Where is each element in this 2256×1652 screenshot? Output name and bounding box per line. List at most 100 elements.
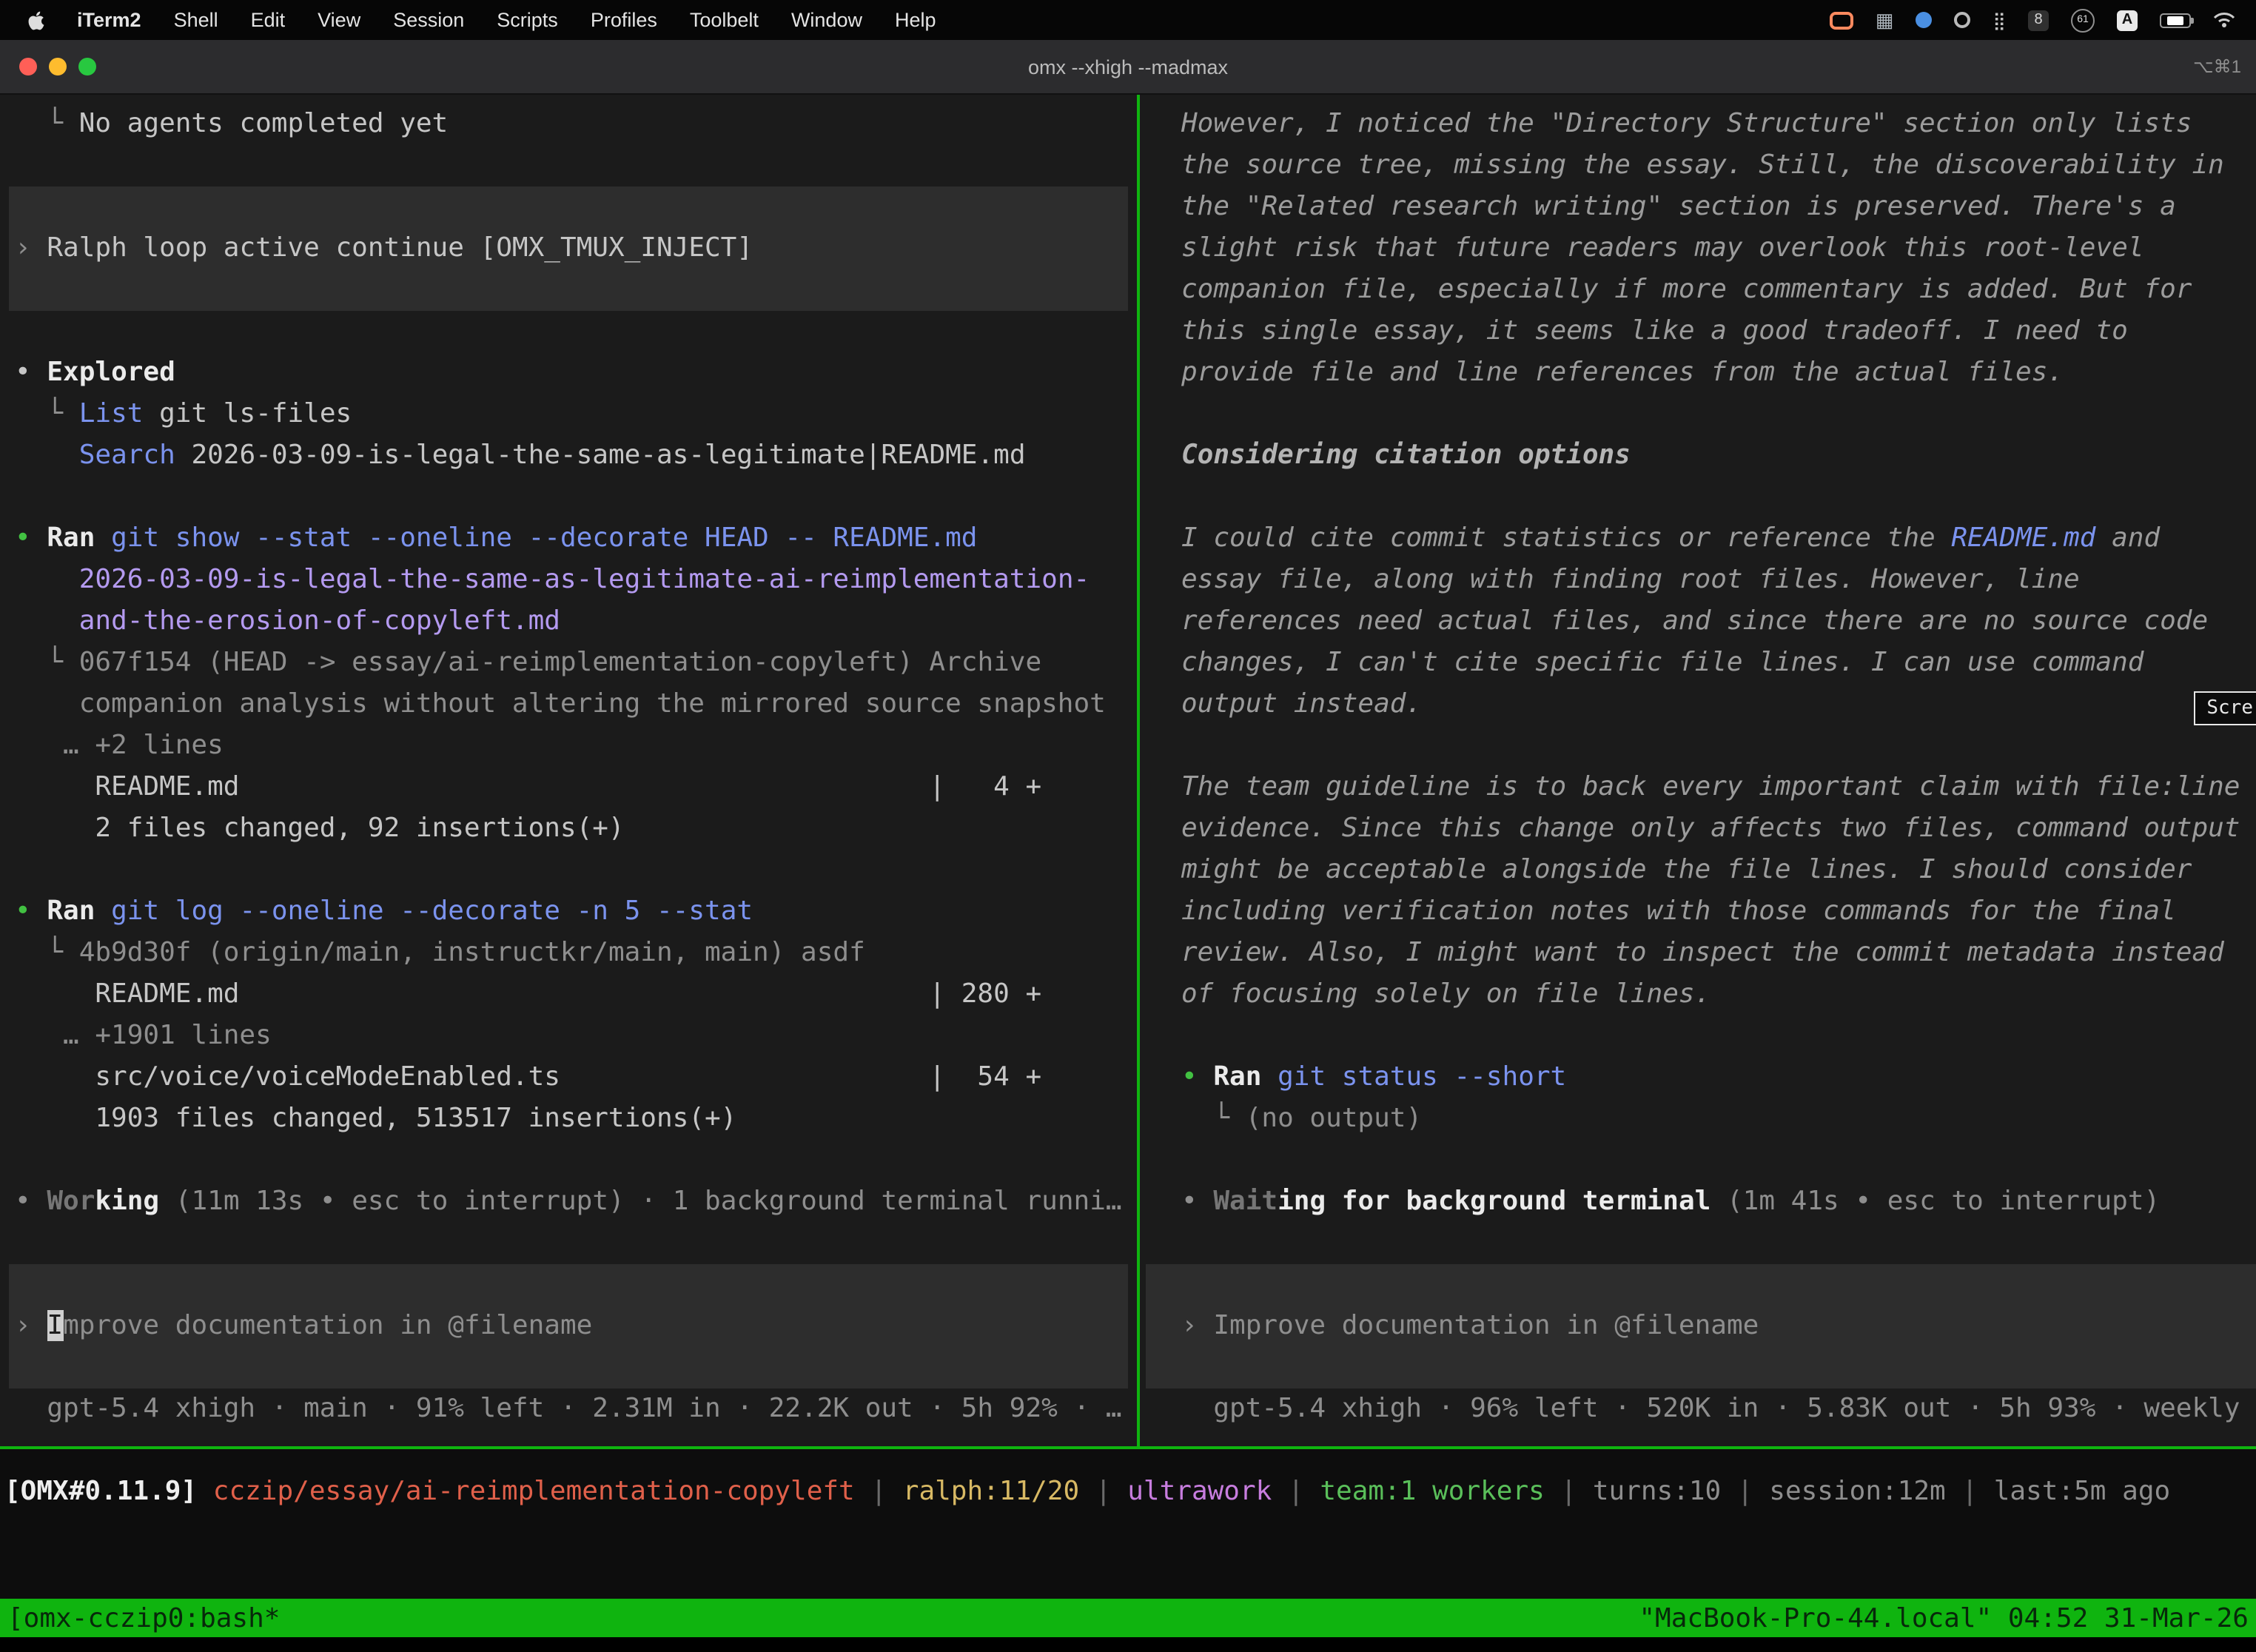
- menu-item-iterm2[interactable]: iTerm2: [61, 9, 158, 31]
- text-segment: |: [1079, 1476, 1127, 1507]
- text-segment: [1261, 1061, 1278, 1092]
- wifi-glyph: [2213, 12, 2235, 28]
- menu-item-help[interactable]: Help: [879, 9, 953, 31]
- box-line: › Ralph loop active continue [OMX_TMUX_I…: [15, 228, 753, 269]
- screen-recording-icon[interactable]: [1830, 11, 1853, 29]
- text-segment: •: [15, 357, 47, 388]
- terminal-line: └ No agents completed yet: [15, 104, 1137, 145]
- text-segment: However, I noticed the "Directory Struct…: [1181, 108, 2192, 139]
- text-segment: references need actual files, and since …: [1181, 605, 2208, 637]
- text-segment: The team guideline is to back every impo…: [1181, 771, 2240, 802]
- menu-item-scripts[interactable]: Scripts: [480, 9, 574, 31]
- text-segment: |: [1545, 1476, 1593, 1507]
- blank-line: [1181, 394, 2256, 435]
- terminal-line: the "Related research writing" section i…: [1181, 187, 2256, 228]
- minimize-window-button[interactable]: [49, 58, 67, 75]
- terminal-line: README.md | 4 +: [15, 767, 1137, 808]
- text-segment: team:1 workers: [1320, 1476, 1544, 1507]
- text-segment: src/voice/voiceModeEnabled.ts | 54 +: [15, 1061, 1041, 1092]
- terminal-line: └ (no output): [1181, 1098, 2256, 1140]
- text-segment: README.md: [1951, 523, 2095, 554]
- close-window-button[interactable]: [19, 58, 37, 75]
- battery-gauge-icon[interactable]: 61: [2071, 8, 2095, 32]
- zoom-window-button[interactable]: [78, 58, 96, 75]
- text-segment: Ran: [1213, 1061, 1261, 1092]
- text-segment: 067f154 (HEAD -> essay/ai-reimplementati…: [79, 647, 1041, 678]
- text-segment: Ran: [47, 523, 95, 554]
- apple-menu[interactable]: [15, 10, 61, 30]
- blank-line: [1181, 1140, 2256, 1181]
- ring-app-icon[interactable]: [1954, 12, 1970, 28]
- text-segment: Search: [79, 440, 175, 471]
- text-segment: 2026-03-09-is-legal-the-same-as-legitima…: [79, 564, 1090, 595]
- text-segment: [15, 440, 79, 471]
- terminal-line: README.md | 280 +: [15, 974, 1137, 1015]
- text-segment: changes, I can't cite specific file line…: [1181, 647, 2143, 678]
- text-segment: git status --short: [1278, 1061, 1566, 1092]
- window-grid-icon[interactable]: ▦: [1876, 8, 1894, 32]
- pane-divider-vertical[interactable]: [1137, 95, 1140, 1449]
- menu-item-window[interactable]: Window: [775, 9, 879, 31]
- text-segment: Considering citation options: [1181, 440, 1631, 471]
- terminal-line: 2 files changed, 92 insertions(+): [15, 808, 1137, 850]
- terminal-line: 2026-03-09-is-legal-the-same-as-legitima…: [15, 560, 1137, 601]
- screen-bottom-strip: [0, 1637, 2256, 1652]
- blank-line: [15, 477, 1137, 518]
- terminal-line: However, I noticed the "Directory Struct…: [1181, 104, 2256, 145]
- screen-overlay-button[interactable]: Scre: [2193, 691, 2256, 725]
- terminal-line: slight risk that future readers may over…: [1181, 228, 2256, 269]
- text-segment: including verification notes with those …: [1181, 896, 2176, 927]
- text-segment: evidence. Since this change only affects…: [1181, 813, 2240, 844]
- text-segment: git show --stat --oneline --decorate HEA…: [111, 523, 977, 554]
- text-segment: [15, 605, 79, 637]
- terminal-line: companion analysis without altering the …: [15, 684, 1137, 725]
- menu-item-shell[interactable]: Shell: [158, 9, 235, 31]
- text-segment: [15, 564, 79, 595]
- blank-line: [1181, 1015, 2256, 1057]
- text-segment: and: [2095, 523, 2160, 554]
- terminal-line: └ 4b9d30f (origin/main, instructkr/main,…: [15, 933, 1137, 974]
- blank-line: [1181, 1223, 2256, 1264]
- text-segment: └: [15, 647, 79, 678]
- terminal-line: this single essay, it seems like a good …: [1181, 311, 2256, 352]
- omx-status-line: [OMX#0.11.9] cczip/essay/ai-reimplementa…: [0, 1449, 2256, 1513]
- menu-item-profiles[interactable]: Profiles: [574, 9, 674, 31]
- text-segment: the "Related research writing" section i…: [1181, 191, 2176, 222]
- ralph-loop-banner: › Ralph loop active continue [OMX_TMUX_I…: [9, 187, 1128, 311]
- text-segment: •: [15, 523, 47, 554]
- battery-icon[interactable]: [2160, 13, 2191, 27]
- window-title-bar[interactable]: omx --xhigh --madmax ⌥⌘1: [0, 40, 2256, 95]
- text-segment: ›: [15, 1310, 47, 1341]
- terminal-line: including verification notes with those …: [1181, 891, 2256, 933]
- prompt-input[interactable]: › Improve documentation in @filename: [1146, 1264, 2256, 1389]
- text-segment: Improve documentation in @filename: [1213, 1310, 1759, 1341]
- text-segment: I could cite commit statistics or refere…: [1181, 523, 1951, 554]
- text-segment: Ralph loop active continue [OMX_TMUX_INJ…: [47, 232, 753, 263]
- text-segment: (11m 13s • esc to interrupt) · 1 backgro…: [159, 1186, 1121, 1217]
- prompt-input[interactable]: › Improve documentation in @filename: [9, 1264, 1128, 1389]
- text-segment: might be acceptable alongside the file l…: [1181, 854, 2192, 885]
- menu-items: iTerm2ShellEditViewSessionScriptsProfile…: [61, 9, 953, 31]
- menu-item-session[interactable]: Session: [377, 9, 480, 31]
- text-segment: slight risk that future readers may over…: [1181, 232, 2143, 263]
- blue-app-icon[interactable]: [1916, 12, 1932, 28]
- text-segment: this single essay, it seems like a good …: [1181, 315, 2128, 346]
- dots-grid-icon[interactable]: ⣿: [1993, 10, 2006, 30]
- menu-item-edit[interactable]: Edit: [235, 9, 302, 31]
- terminal-pane-left[interactable]: └ No agents completed yet › Ralph loop ac…: [0, 95, 1137, 1446]
- text-segment: └: [15, 398, 79, 429]
- wifi-icon[interactable]: [2213, 12, 2235, 28]
- text-segment: └: [1181, 1103, 1246, 1134]
- menu-item-view[interactable]: View: [301, 9, 377, 31]
- text-segment: •: [1181, 1061, 1213, 1092]
- input-source-icon[interactable]: A: [2117, 10, 2138, 30]
- key-cap-icon[interactable]: 8: [2028, 10, 2049, 30]
- text-segment: (1m 41s • esc to interrupt): [1711, 1186, 2160, 1217]
- box-line: › Improve documentation in @filename: [15, 1306, 592, 1347]
- menu-item-toolbelt[interactable]: Toolbelt: [674, 9, 775, 31]
- terminal-pane-right[interactable]: However, I noticed the "Directory Struct…: [1140, 95, 2256, 1446]
- text-segment: companion analysis without altering the …: [15, 688, 1106, 719]
- text-segment: └: [15, 937, 79, 968]
- text-segment: of focusing solely on file lines.: [1181, 978, 1711, 1010]
- tmux-session-window[interactable]: [omx-cczip0:bash*: [7, 1602, 280, 1633]
